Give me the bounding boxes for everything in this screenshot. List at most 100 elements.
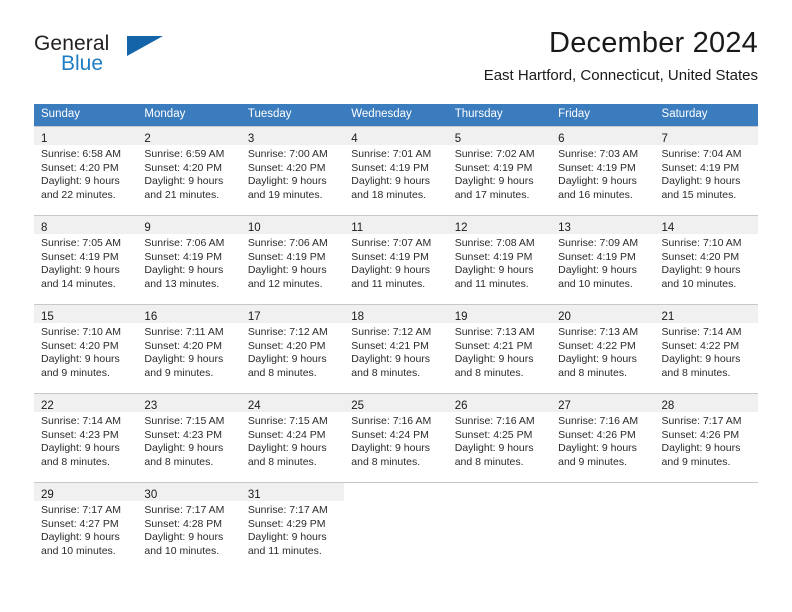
- daylight-text-line2: and 16 minutes.: [558, 188, 633, 201]
- week-row: 8 Sunrise: 7:05 AM Sunset: 4:19 PM Dayli…: [34, 215, 758, 304]
- day-cell[interactable]: 10 Sunrise: 7:06 AM Sunset: 4:19 PM Dayl…: [240, 215, 345, 304]
- day-info: Sunrise: 7:06 AM Sunset: 4:19 PM Dayligh…: [137, 234, 240, 291]
- daylight-text-line1: Daylight: 9 hours: [454, 353, 534, 366]
- day-cell[interactable]: 31 Sunrise: 7:17 AM Sunset: 4:29 PM Dayl…: [240, 482, 345, 571]
- day-cell[interactable]: 24 Sunrise: 7:15 AM Sunset: 4:24 PM Dayl…: [240, 393, 345, 482]
- sunset-text: Sunset: 4:24 PM: [247, 428, 326, 441]
- day-number-band: 28: [654, 394, 758, 412]
- daylight-text-line2: and 10 minutes.: [144, 544, 220, 557]
- day-number-band: 18: [344, 305, 448, 323]
- day-cell[interactable]: 17 Sunrise: 7:12 AM Sunset: 4:20 PM Dayl…: [240, 304, 345, 393]
- daylight-text-line1: Daylight: 9 hours: [41, 264, 120, 277]
- day-info: Sunrise: 7:16 AM Sunset: 4:25 PM Dayligh…: [448, 412, 551, 469]
- day-cell[interactable]: 23 Sunrise: 7:15 AM Sunset: 4:23 PM Dayl…: [137, 393, 241, 482]
- day-cell[interactable]: 21 Sunrise: 7:14 AM Sunset: 4:22 PM Dayl…: [654, 304, 758, 393]
- daylight-text-line1: Daylight: 9 hours: [661, 442, 741, 455]
- day-number-band: [344, 483, 448, 501]
- triangle-logo-icon: [127, 36, 163, 56]
- day-cell[interactable]: 12 Sunrise: 7:08 AM Sunset: 4:19 PM Dayl…: [447, 215, 552, 304]
- day-cell[interactable]: 20 Sunrise: 7:13 AM Sunset: 4:22 PM Dayl…: [551, 304, 655, 393]
- sunset-text: Sunset: 4:19 PM: [661, 161, 740, 174]
- daylight-text-line1: Daylight: 9 hours: [144, 353, 224, 366]
- day-number-band: 2: [137, 127, 241, 145]
- sunset-text: Sunset: 4:19 PM: [558, 161, 636, 174]
- brand-name-bottom: Blue: [61, 52, 104, 75]
- daylight-text-line2: and 8 minutes.: [558, 366, 627, 379]
- daylight-text-line2: and 8 minutes.: [454, 455, 524, 468]
- weekday-header-wednesday: Wednesday: [351, 108, 412, 120]
- daylight-text-line1: Daylight: 9 hours: [247, 531, 327, 544]
- day-number-band: 21: [654, 305, 758, 323]
- day-number-band: 13: [551, 216, 655, 234]
- day-number-band: 17: [240, 305, 345, 323]
- day-info: Sunrise: 7:13 AM Sunset: 4:21 PM Dayligh…: [448, 323, 551, 380]
- sunset-text: Sunset: 4:25 PM: [454, 428, 533, 441]
- day-cell[interactable]: 9 Sunrise: 7:06 AM Sunset: 4:19 PM Dayli…: [137, 215, 241, 304]
- day-cell[interactable]: 18 Sunrise: 7:12 AM Sunset: 4:21 PM Dayl…: [344, 304, 448, 393]
- day-cell[interactable]: 26 Sunrise: 7:16 AM Sunset: 4:25 PM Dayl…: [447, 393, 552, 482]
- day-cell[interactable]: 25 Sunrise: 7:16 AM Sunset: 4:24 PM Dayl…: [344, 393, 448, 482]
- day-cell[interactable]: 30 Sunrise: 7:17 AM Sunset: 4:28 PM Dayl…: [137, 482, 241, 571]
- daylight-text-line1: Daylight: 9 hours: [41, 531, 120, 544]
- daylight-text-line2: and 11 minutes.: [351, 277, 426, 290]
- day-number-band: 30: [137, 483, 241, 501]
- brand-logo[interactable]: General Blue: [34, 32, 214, 94]
- sunset-text: Sunset: 4:20 PM: [41, 161, 119, 174]
- day-info: Sunrise: 7:16 AM Sunset: 4:26 PM Dayligh…: [551, 412, 654, 469]
- sunrise-text: Sunrise: 7:16 AM: [558, 415, 639, 427]
- day-cell[interactable]: 3 Sunrise: 7:00 AM Sunset: 4:20 PM Dayli…: [240, 126, 345, 215]
- day-number-band: [447, 483, 552, 501]
- daylight-text-line1: Daylight: 9 hours: [558, 264, 637, 277]
- sunrise-text: Sunrise: 7:02 AM: [454, 148, 535, 160]
- day-cell[interactable]: 7 Sunrise: 7:04 AM Sunset: 4:19 PM Dayli…: [654, 126, 758, 215]
- day-number-band: 7: [654, 127, 758, 145]
- sunrise-text: Sunrise: 7:15 AM: [247, 415, 328, 427]
- day-number: 7: [661, 133, 668, 145]
- day-number: 26: [454, 400, 468, 412]
- day-number-band: 14: [654, 216, 758, 234]
- sunset-text: Sunset: 4:19 PM: [351, 250, 429, 263]
- day-info: Sunrise: 7:10 AM Sunset: 4:20 PM Dayligh…: [34, 323, 137, 380]
- day-number: 20: [558, 311, 571, 323]
- day-info: Sunrise: 7:12 AM Sunset: 4:20 PM Dayligh…: [241, 323, 344, 380]
- day-cell[interactable]: 5 Sunrise: 7:02 AM Sunset: 4:19 PM Dayli…: [447, 126, 552, 215]
- day-cell[interactable]: 22 Sunrise: 7:14 AM Sunset: 4:23 PM Dayl…: [34, 393, 138, 482]
- weekday-header-sunday: Sunday: [41, 108, 81, 120]
- day-info: Sunrise: 7:13 AM Sunset: 4:22 PM Dayligh…: [551, 323, 654, 380]
- daylight-text-line1: Daylight: 9 hours: [144, 531, 224, 544]
- day-cell[interactable]: 4 Sunrise: 7:01 AM Sunset: 4:19 PM Dayli…: [344, 126, 448, 215]
- day-cell[interactable]: 14 Sunrise: 7:10 AM Sunset: 4:20 PM Dayl…: [654, 215, 758, 304]
- day-number: 2: [144, 133, 151, 145]
- day-cell[interactable]: 1 Sunrise: 6:58 AM Sunset: 4:20 PM Dayli…: [34, 126, 138, 215]
- sunrise-text: Sunrise: 7:11 AM: [144, 326, 224, 338]
- day-cell[interactable]: 8 Sunrise: 7:05 AM Sunset: 4:19 PM Dayli…: [34, 215, 138, 304]
- day-cell[interactable]: 16 Sunrise: 7:11 AM Sunset: 4:20 PM Dayl…: [137, 304, 241, 393]
- day-cell[interactable]: 29 Sunrise: 7:17 AM Sunset: 4:27 PM Dayl…: [34, 482, 138, 571]
- weekday-header-monday: Monday: [144, 108, 186, 120]
- day-cell[interactable]: 2 Sunrise: 6:59 AM Sunset: 4:20 PM Dayli…: [137, 126, 241, 215]
- day-number-band: 24: [240, 394, 345, 412]
- daylight-text-line1: Daylight: 9 hours: [351, 175, 431, 188]
- day-cell[interactable]: 27 Sunrise: 7:16 AM Sunset: 4:26 PM Dayl…: [551, 393, 655, 482]
- sunrise-text: Sunrise: 6:59 AM: [144, 148, 225, 160]
- day-cell[interactable]: 13 Sunrise: 7:09 AM Sunset: 4:19 PM Dayl…: [551, 215, 655, 304]
- day-cell[interactable]: 6 Sunrise: 7:03 AM Sunset: 4:19 PM Dayli…: [551, 126, 655, 215]
- daylight-text-line2: and 8 minutes.: [144, 455, 214, 468]
- day-cell[interactable]: 19 Sunrise: 7:13 AM Sunset: 4:21 PM Dayl…: [447, 304, 552, 393]
- day-info: Sunrise: 7:01 AM Sunset: 4:19 PM Dayligh…: [344, 145, 447, 202]
- calendar-page: General Blue December 2024 East Hartford…: [0, 0, 792, 612]
- day-cell-empty: [447, 482, 552, 571]
- day-cell[interactable]: 28 Sunrise: 7:17 AM Sunset: 4:26 PM Dayl…: [654, 393, 758, 482]
- daylight-text-line1: Daylight: 9 hours: [558, 442, 637, 455]
- day-number-band: 20: [551, 305, 655, 323]
- day-number: 1: [41, 133, 48, 145]
- sunset-text: Sunset: 4:26 PM: [661, 428, 740, 441]
- page-header: General Blue December 2024 East Hartford…: [34, 26, 758, 98]
- day-cell[interactable]: 15 Sunrise: 7:10 AM Sunset: 4:20 PM Dayl…: [34, 304, 138, 393]
- daylight-text-line1: Daylight: 9 hours: [661, 264, 741, 277]
- day-info: Sunrise: 7:10 AM Sunset: 4:20 PM Dayligh…: [655, 234, 758, 291]
- sunrise-text: Sunrise: 7:13 AM: [454, 326, 535, 338]
- day-cell[interactable]: 11 Sunrise: 7:07 AM Sunset: 4:19 PM Dayl…: [344, 215, 448, 304]
- sunset-text: Sunset: 4:23 PM: [144, 428, 223, 441]
- day-number: 27: [558, 400, 571, 412]
